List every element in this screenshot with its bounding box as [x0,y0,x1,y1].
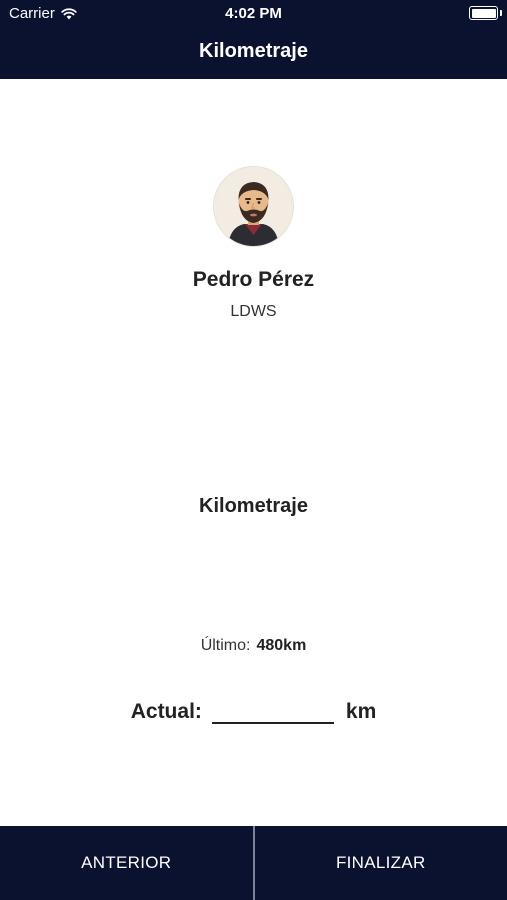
finish-button[interactable]: FINALIZAR [255,826,507,900]
user-code: LDWS [230,303,277,320]
battery-tip [500,10,502,16]
last-mileage-label: Último: [200,637,251,654]
section-title: Kilometraje [199,495,308,517]
status-bar: Carrier 4:02 PM [0,0,507,28]
bottom-action-bar: ANTERIOR FINALIZAR [0,826,507,900]
avatar [214,167,293,246]
battery-level [471,8,496,18]
current-mileage-row: Actual: km [0,700,507,724]
user-name: Pedro Pérez [192,268,315,291]
page-title: Kilometraje [199,40,308,62]
last-mileage-row: Último: 480km [0,637,507,655]
previous-button[interactable]: ANTERIOR [0,826,253,900]
mileage-unit: km [345,700,377,723]
last-mileage-value: 480km [256,637,307,654]
status-time: 4:02 PM [225,5,282,22]
navigation-bar: Carrier 4:02 PM Kilometraje [0,0,507,79]
current-mileage-label: Actual: [130,700,202,723]
bearded-man-avatar-icon [214,167,293,246]
battery-icon [469,6,498,20]
current-mileage-input[interactable] [211,700,334,724]
